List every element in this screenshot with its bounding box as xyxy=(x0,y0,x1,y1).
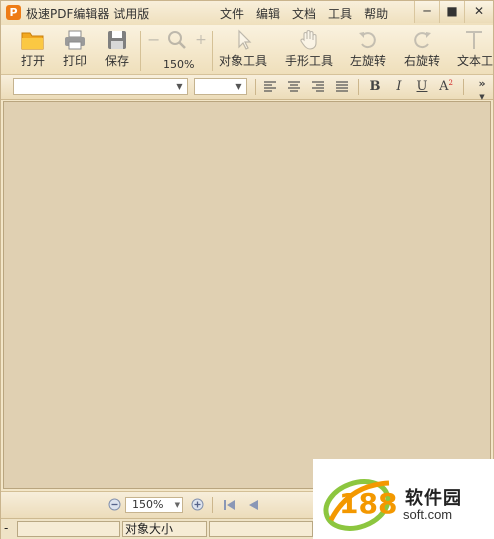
underline-button[interactable]: U xyxy=(412,78,432,96)
hand-tool-label: 手形工具 xyxy=(284,54,333,68)
menu-document[interactable]: 文档 xyxy=(286,5,322,22)
rotate-left-icon xyxy=(359,32,376,49)
align-center-icon xyxy=(288,81,300,92)
close-button[interactable]: ✕ xyxy=(464,1,493,23)
select-tool-button[interactable]: 对象工具 xyxy=(217,28,269,72)
superscript-mark: 2 xyxy=(448,79,453,87)
menu-help[interactable]: 帮助 xyxy=(358,5,394,22)
nav-zoom-in-button[interactable] xyxy=(189,497,205,513)
rotate-left-button[interactable]: 左旋转 xyxy=(347,28,389,72)
menu-file[interactable]: 文件 xyxy=(214,5,250,22)
maximize-button[interactable]: ■ xyxy=(439,1,464,23)
hand-icon xyxy=(300,30,317,50)
magnifier-icon xyxy=(168,31,186,49)
toolbar-divider xyxy=(140,31,141,71)
menu-bar: 文件 编辑 文档 工具 帮助 xyxy=(214,5,394,22)
window-controls: ─ ■ ✕ xyxy=(414,1,493,23)
rotate-right-button[interactable]: 右旋转 xyxy=(401,28,443,72)
watermark-digits: 188 xyxy=(339,487,397,520)
cursor-arrow-icon xyxy=(238,29,252,50)
zoom-out-circle-icon xyxy=(108,498,120,511)
nav-zoom-value: 150% xyxy=(132,498,164,511)
dropdown-arrow-icon[interactable]: ▼ xyxy=(175,498,180,512)
menu-edit[interactable]: 编辑 xyxy=(250,5,286,22)
title-bar: P 极速PDF编辑器 试用版 文件 编辑 文档 工具 帮助 ─ ■ ✕ xyxy=(1,1,493,25)
plus-icon: + xyxy=(195,32,207,48)
text-t-icon xyxy=(466,31,482,49)
status-cell-blank xyxy=(209,521,313,537)
first-page-button[interactable] xyxy=(221,497,237,513)
align-left-button[interactable] xyxy=(260,78,280,96)
align-right-button[interactable] xyxy=(308,78,328,96)
print-button[interactable]: 打印 xyxy=(57,28,93,72)
text-tool-label: 文本工 xyxy=(457,54,493,68)
rotate-left-label: 左旋转 xyxy=(349,54,386,68)
save-label: 保存 xyxy=(104,54,129,68)
rotate-right-label: 右旋转 xyxy=(403,54,440,68)
toolbar-divider xyxy=(212,31,213,71)
align-center-button[interactable] xyxy=(284,78,304,96)
font-size-select[interactable]: ▼ xyxy=(194,78,247,95)
dropdown-arrow-icon[interactable]: ▼ xyxy=(232,80,245,93)
status-object-size: 对象大小 xyxy=(122,521,207,537)
main-toolbar: 打开 打印 保存 − + 150% 对象工具 手形工具 左旋转 右旋转 文本工 xyxy=(1,25,493,75)
app-title: 极速PDF编辑器 试用版 xyxy=(26,7,150,21)
italic-button[interactable]: I xyxy=(389,78,409,96)
toolbar-divider xyxy=(212,497,213,513)
justify-button[interactable] xyxy=(332,78,352,96)
dropdown-arrow-icon[interactable]: ▼ xyxy=(173,80,186,93)
text-tool-button[interactable]: 文本工 xyxy=(457,28,493,72)
menu-tools[interactable]: 工具 xyxy=(322,5,358,22)
save-button[interactable]: 保存 xyxy=(99,28,135,72)
print-label: 打印 xyxy=(62,54,87,68)
align-right-icon xyxy=(312,81,324,92)
watermark-logo: 188 xyxy=(323,479,397,531)
toolbar-divider xyxy=(358,79,359,95)
minus-icon: − xyxy=(147,30,161,49)
open-label: 打开 xyxy=(20,54,45,68)
watermark: 188 软件园 soft.com xyxy=(313,459,494,539)
select-tool-label: 对象工具 xyxy=(218,54,267,68)
nav-zoom-out-button[interactable] xyxy=(106,497,122,513)
watermark-domain: soft.com xyxy=(403,507,453,522)
align-justify-icon xyxy=(336,81,348,92)
font-family-select[interactable]: ▼ xyxy=(13,78,188,95)
format-toolbar: ▼ ▼ B I U A2 » ▼ xyxy=(1,75,493,102)
nav-zoom-select[interactable]: 150% ▼ xyxy=(125,497,183,513)
hand-tool-button[interactable]: 手形工具 xyxy=(283,28,335,72)
chevron-down-icon: ▼ xyxy=(479,93,485,101)
folder-icon xyxy=(21,32,44,50)
first-page-icon xyxy=(223,500,235,510)
toolbar-overflow-button[interactable]: » ▼ xyxy=(475,77,489,102)
minimize-button[interactable]: ─ xyxy=(414,1,439,23)
zoom-out-button[interactable]: − xyxy=(147,28,161,72)
app-logo-icon: P xyxy=(6,5,21,20)
previous-page-button[interactable] xyxy=(245,497,261,513)
status-cell-blank xyxy=(17,521,120,537)
zoom-in-circle-icon xyxy=(191,498,203,511)
chevron-double-right-icon: » xyxy=(478,77,486,90)
toolbar-zoom-value: 150% xyxy=(163,58,195,71)
previous-page-icon xyxy=(249,500,258,510)
open-button[interactable]: 打开 xyxy=(15,28,51,72)
status-mode: - xyxy=(4,521,9,535)
floppy-disk-icon xyxy=(108,31,126,49)
toolbar-divider xyxy=(255,79,256,95)
bold-button[interactable]: B xyxy=(365,78,385,96)
printer-icon xyxy=(65,30,85,50)
zoom-in-button[interactable]: + xyxy=(195,28,207,72)
toolbar-divider xyxy=(463,79,464,95)
rotate-right-icon xyxy=(414,32,431,49)
superscript-button[interactable]: A2 xyxy=(436,78,456,96)
align-left-icon xyxy=(264,81,276,92)
document-area[interactable] xyxy=(3,101,491,489)
